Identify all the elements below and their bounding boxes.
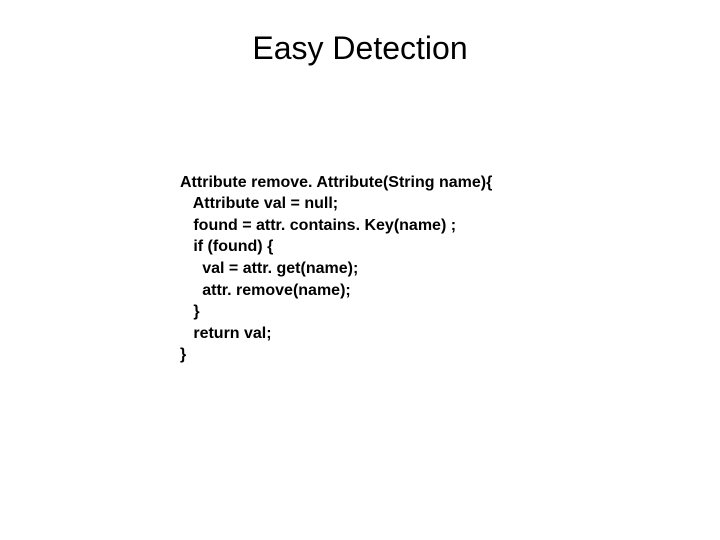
code-line: return val;: [180, 325, 272, 342]
code-line: }: [180, 303, 200, 320]
slide: Easy Detection Attribute remove. Attribu…: [0, 0, 720, 540]
code-line: }: [180, 346, 186, 363]
code-line: Attribute remove. Attribute(String name)…: [180, 174, 492, 191]
code-line: val = attr. get(name);: [180, 260, 358, 277]
code-line: attr. remove(name);: [180, 282, 351, 299]
code-line: Attribute val = null;: [180, 195, 338, 212]
code-block: Attribute remove. Attribute(String name)…: [180, 150, 492, 366]
code-line: found = attr. contains. Key(name) ;: [180, 217, 456, 234]
slide-title: Easy Detection: [0, 30, 720, 67]
code-line: if (found) {: [180, 238, 273, 255]
